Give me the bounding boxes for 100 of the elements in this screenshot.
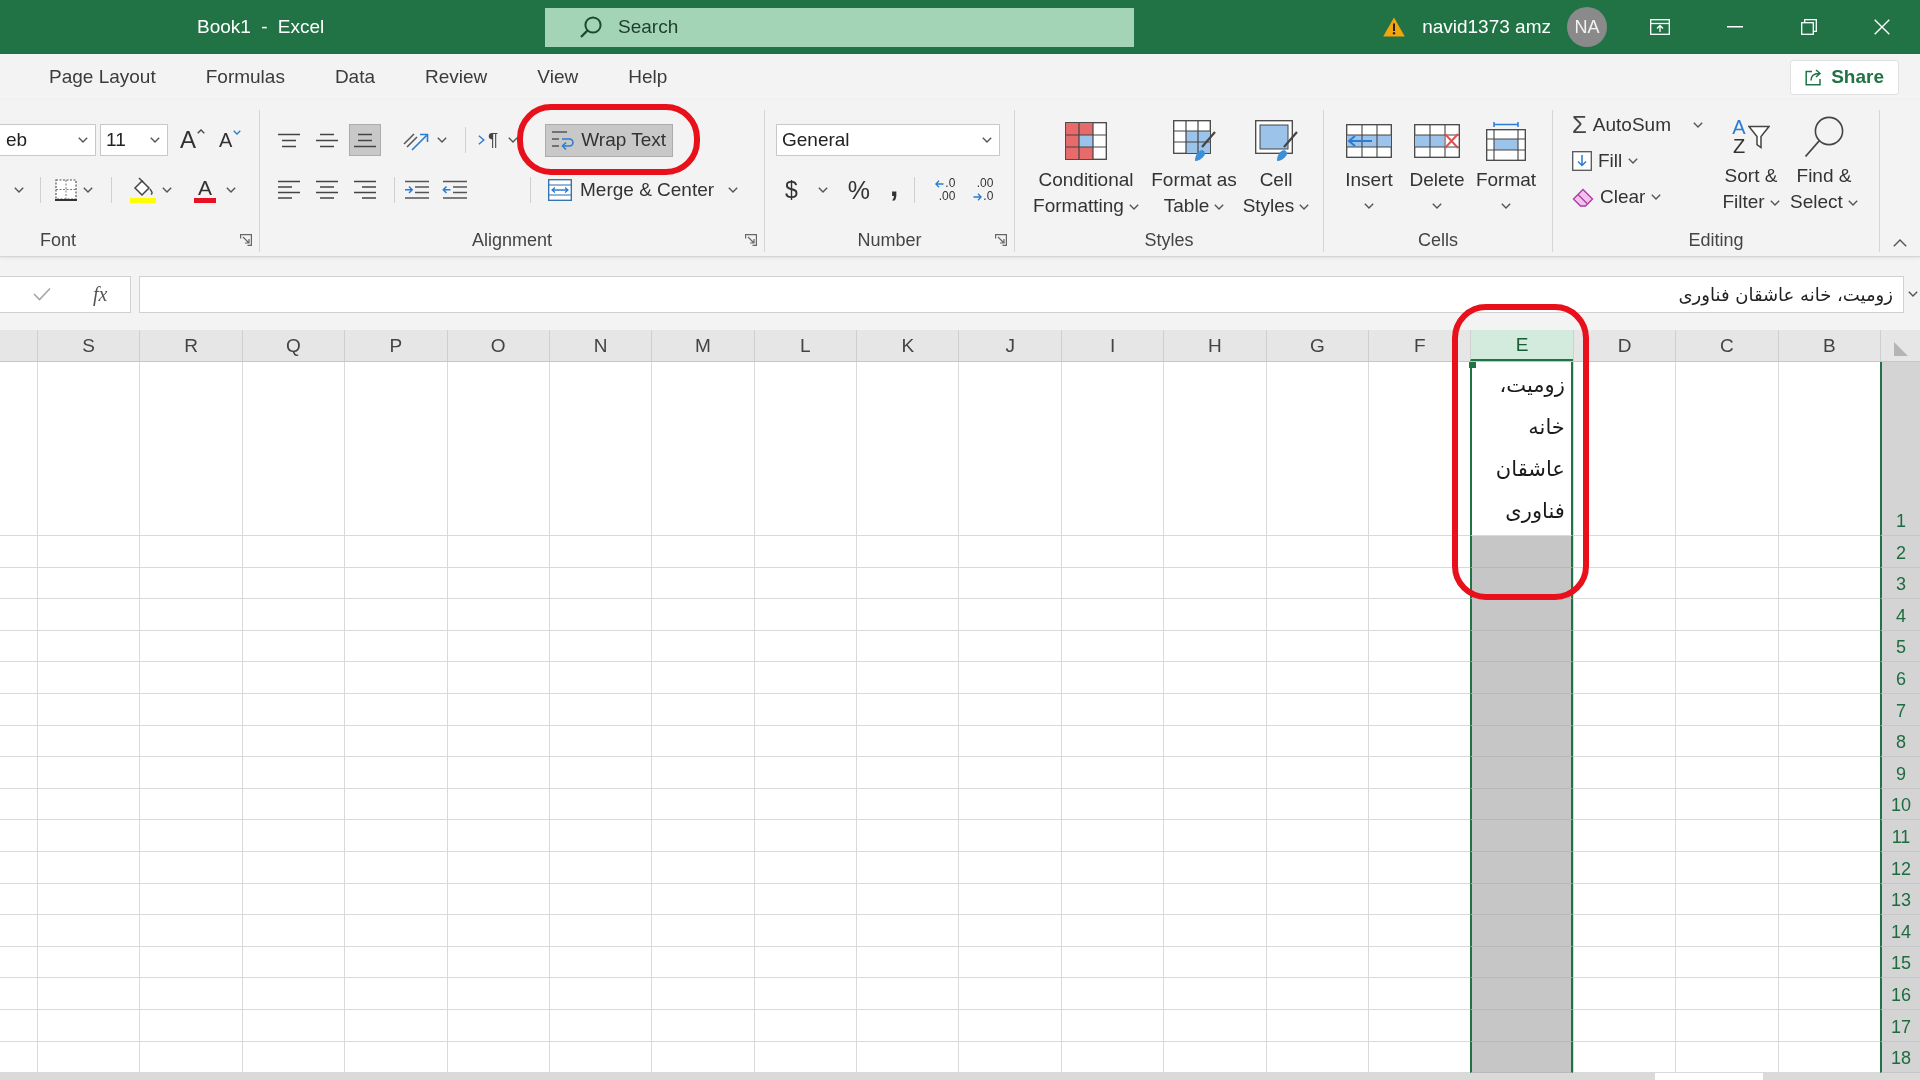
column-header[interactable]: R [139,330,242,361]
row-header[interactable]: 12 [1880,851,1920,884]
column-header[interactable]: J [958,330,1061,361]
decrease-decimal-button[interactable]: .00 .0 [965,177,994,203]
table-cell[interactable] [1470,1009,1573,1042]
merge-center-button[interactable]: Merge & Center [548,179,715,201]
dialog-launcher-icon[interactable] [240,234,252,246]
conditional-formatting-button[interactable]: Conditional Formatting [1030,119,1142,219]
user-name[interactable]: navid1373 amz [1422,16,1551,38]
row-header[interactable]: 9 [1880,757,1920,789]
sort-filter-button[interactable]: A Z Sort & Filter [1716,115,1786,215]
row-header[interactable]: 6 [1880,662,1920,694]
caret-icon[interactable] [162,187,172,193]
font-color-button[interactable]: A [194,177,216,203]
cell-styles-button[interactable]: Cell Styles [1241,119,1311,219]
column-header[interactable]: H [1163,330,1266,361]
column-header[interactable]: E [1470,330,1573,361]
row-header[interactable]: 3 [1880,567,1920,600]
caret-icon[interactable] [437,137,447,143]
decrease-font-size-button[interactable]: A [219,127,242,153]
fill-handle-icon[interactable] [1469,362,1477,368]
restore-icon[interactable] [1801,19,1817,35]
fill-color-icon[interactable] [130,177,156,203]
increase-indent-icon[interactable] [404,180,430,200]
delete-button[interactable]: Delete [1406,119,1468,209]
chevron-up-icon[interactable] [1893,239,1907,247]
column-header[interactable]: B [1777,330,1880,361]
table-cell[interactable] [1470,820,1573,852]
row-header[interactable]: 10 [1880,788,1920,821]
table-cell[interactable] [1470,536,1573,568]
column-header[interactable]: G [1265,330,1369,361]
insert-button[interactable]: Insert [1338,119,1400,209]
find-select-button[interactable]: Find & Select [1788,115,1860,215]
ribbon-tab[interactable]: View [512,55,604,99]
ribbon-tab[interactable]: Review [400,55,513,99]
column-header[interactable]: I [1060,330,1164,361]
row-header[interactable]: 2 [1880,536,1920,568]
row-header[interactable]: 5 [1880,630,1920,663]
table-cell[interactable] [1470,1041,1573,1073]
caret-icon[interactable] [1908,291,1918,297]
row-header[interactable]: 13 [1880,883,1920,916]
row-header[interactable]: 16 [1880,978,1920,1010]
table-cell[interactable] [1470,757,1573,789]
column-header[interactable]: L [753,330,857,361]
row-header[interactable]: 8 [1880,725,1920,758]
caret-icon[interactable] [508,137,519,143]
column-header[interactable]: S [36,330,140,361]
table-cell[interactable] [1470,630,1573,663]
row-header[interactable]: 1 [1880,362,1920,536]
table-cell[interactable] [1470,978,1573,1010]
table-cell[interactable] [1470,915,1573,947]
ribbon-tab[interactable]: Page Layout [24,55,181,99]
format-button[interactable]: Format [1474,119,1538,209]
select-all-icon[interactable] [1893,342,1908,356]
caret-icon[interactable] [226,187,236,193]
formula-input[interactable]: زومیت، خانه عاشقان فناوری [139,275,1904,313]
check-icon[interactable] [33,287,51,301]
column-header[interactable]: K [856,330,959,361]
column-header[interactable]: N [548,330,652,361]
caret-icon[interactable] [83,187,93,193]
caret-icon[interactable] [14,187,24,193]
currency-button[interactable]: $ [785,176,798,204]
column-header[interactable]: Q [241,330,345,361]
column-header[interactable]: O [446,330,549,361]
insert-function-button[interactable]: fx [93,282,108,306]
row-header[interactable]: 14 [1880,915,1920,947]
font-size-dropdown[interactable]: 11 [100,124,168,156]
font-name-dropdown[interactable]: eb [0,124,96,156]
row-header[interactable]: 4 [1880,599,1920,631]
increase-font-size-button[interactable]: A [180,126,205,154]
align-bottom-button[interactable] [349,124,381,156]
increase-decimal-button[interactable]: .0 .00 [927,177,956,203]
caret-icon[interactable] [817,187,828,193]
caret-icon[interactable] [728,187,739,193]
clear-button[interactable]: Clear [1572,182,1662,212]
row-header[interactable]: 11 [1880,820,1920,852]
dialog-launcher-icon[interactable] [745,234,757,246]
wrap-text-button[interactable]: Wrap Text [545,123,674,157]
horizontal-scrollbar[interactable] [0,1073,1920,1080]
ribbon-display-icon[interactable] [1650,19,1670,35]
table-cell[interactable] [1470,788,1573,821]
autosum-button[interactable]: Σ AutoSum [1572,110,1671,140]
table-cell[interactable] [1470,599,1573,631]
column-header[interactable]: D [1572,330,1676,361]
percent-button[interactable]: % [847,175,871,205]
row-header[interactable]: 15 [1880,946,1920,979]
table-cell[interactable]: زومیت، خانه عاشقان فناوری [1470,362,1573,536]
row-header[interactable]: 17 [1880,1009,1920,1042]
fill-button[interactable]: Fill [1572,146,1639,176]
table-cell[interactable] [1470,851,1573,884]
dialog-launcher-icon[interactable] [995,234,1007,246]
minimize-icon[interactable] [1727,26,1743,28]
table-cell[interactable] [1470,946,1573,979]
row-header[interactable]: 7 [1880,693,1920,726]
decrease-indent-icon[interactable] [442,180,468,200]
close-icon[interactable] [1874,19,1890,35]
number-format-dropdown[interactable]: General [776,124,1000,156]
share-button[interactable]: Share [1790,59,1899,95]
column-header[interactable]: C [1675,330,1778,361]
row-header[interactable]: 18 [1880,1041,1920,1073]
